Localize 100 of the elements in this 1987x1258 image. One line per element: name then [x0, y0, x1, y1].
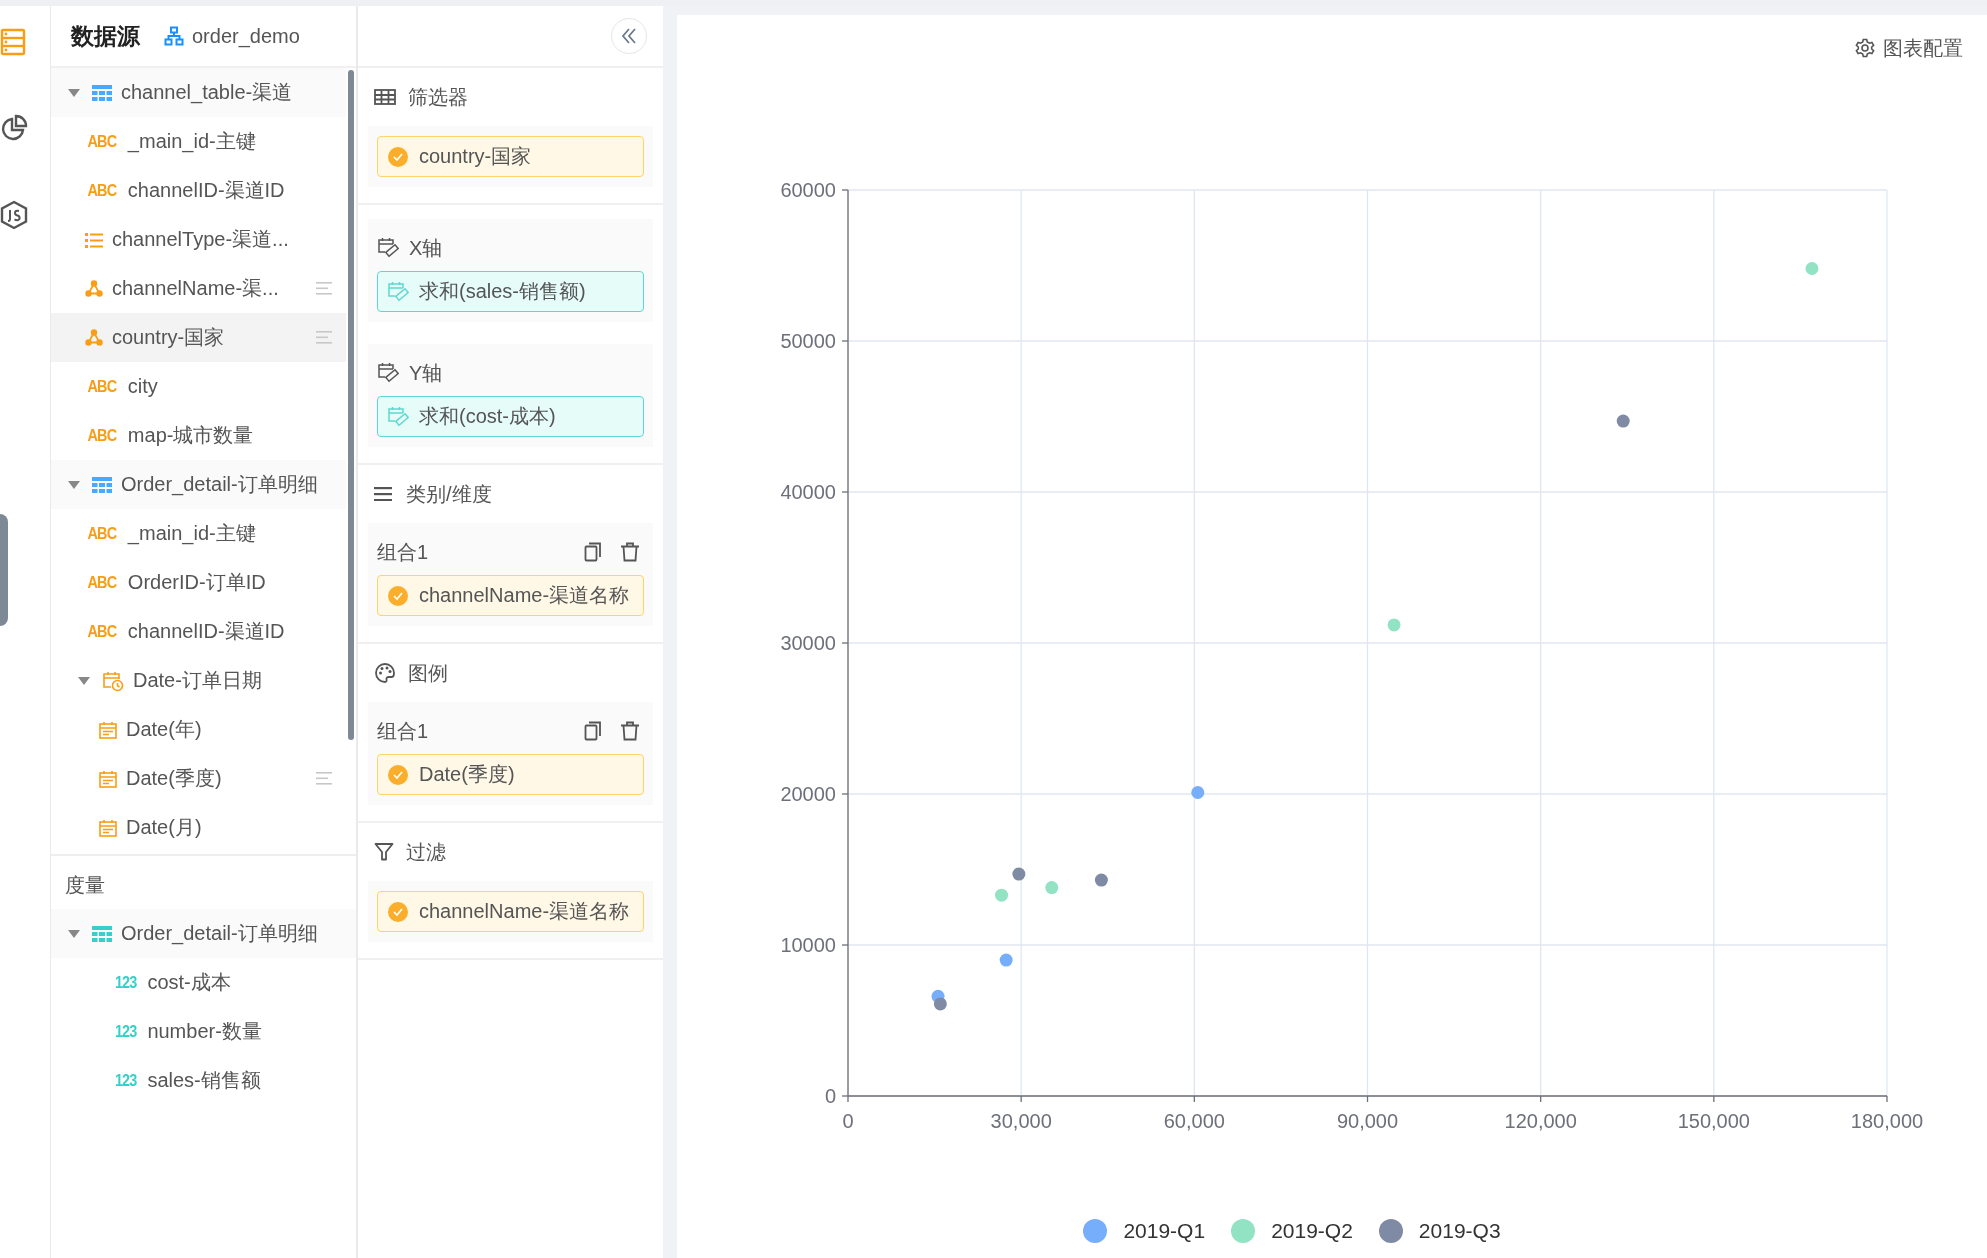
group-title: 组合1	[377, 539, 429, 565]
legend-label[interactable]: 2019-Q3	[1418, 1219, 1501, 1243]
calendar-icon	[99, 818, 117, 837]
field-chip[interactable]: channelName-渠道名称	[377, 575, 644, 616]
caret-icon[interactable]	[67, 479, 81, 490]
caret-icon[interactable]	[67, 87, 81, 98]
field-item[interactable]: 123 number-数量	[51, 1007, 356, 1056]
field-item[interactable]: ABC map-城市数量	[51, 411, 346, 460]
check-circle-icon	[387, 145, 409, 168]
table-icon	[92, 925, 112, 942]
section-title: 度量	[64, 873, 106, 898]
type-label: ABC	[87, 572, 117, 593]
table-node[interactable]: Order_detail-订单明细	[51, 909, 356, 958]
type-label: ABC	[87, 180, 117, 201]
axis-title: Y轴	[409, 360, 443, 386]
js-hexagon-icon[interactable]	[0, 200, 28, 230]
legend-dot[interactable]	[1378, 1219, 1403, 1243]
field-label: Date(季度)	[126, 766, 222, 791]
field-label: number-数量	[147, 1019, 262, 1044]
trash-icon[interactable]	[620, 542, 640, 562]
legend-dot[interactable]	[1231, 1219, 1256, 1243]
field-item[interactable]: ABC channelID-渠道ID	[51, 166, 346, 215]
hierarchy-icon	[164, 26, 184, 46]
copy-icon[interactable]	[584, 721, 602, 741]
field-item[interactable]: Date(季度)	[51, 754, 346, 803]
field-item[interactable]: 123 sales-销售额	[51, 1056, 356, 1105]
legend-label[interactable]: 2019-Q2	[1271, 1219, 1353, 1243]
field-item[interactable]: Date(月)	[51, 803, 346, 852]
section-title: 类别/维度	[406, 481, 492, 507]
field-item[interactable]: 123 cost-成本	[51, 958, 356, 1007]
calendar-icon	[99, 720, 117, 739]
scrollbar[interactable]	[348, 70, 354, 740]
field-item[interactable]: Date(年)	[51, 705, 346, 754]
tick-label: 60000	[780, 179, 836, 201]
check-circle-icon	[387, 900, 409, 923]
grid-icon	[374, 89, 396, 105]
data-point	[995, 888, 1009, 902]
check-circle-icon	[387, 763, 409, 786]
field-label: city	[127, 375, 158, 398]
field-label: Order_detail-订单明细	[121, 472, 318, 498]
trash-icon[interactable]	[620, 721, 640, 741]
ruler-icon	[387, 405, 409, 428]
pie-chart-icon[interactable]	[0, 114, 28, 142]
tick-label: 90,000	[1336, 1110, 1399, 1132]
field-item[interactable]: ABC OrderID-订单ID	[51, 558, 346, 607]
copy-icon[interactable]	[584, 542, 602, 562]
table-node[interactable]: channel_table-渠道	[51, 68, 346, 117]
field-label: channelName-渠...	[112, 276, 279, 301]
menu-icon	[374, 487, 394, 501]
legend-label[interactable]: 2019-Q1	[1123, 1219, 1206, 1243]
ruler-icon	[387, 280, 409, 303]
side-handle[interactable]	[0, 514, 8, 626]
field-chip[interactable]: 求和(sales-销售额)	[377, 271, 644, 312]
tick-label: 0	[842, 1110, 854, 1132]
data-point	[933, 997, 947, 1011]
field-label: Order_detail-订单明细	[121, 921, 318, 947]
table-node[interactable]: Order_detail-订单明细	[51, 460, 346, 509]
data-point	[1094, 873, 1108, 887]
tick-label: 20000	[780, 783, 836, 805]
field-label: cost-成本	[147, 970, 231, 995]
tick-label: 0	[824, 1085, 836, 1107]
data-point	[1045, 881, 1059, 895]
data-point	[1616, 414, 1630, 428]
database-icon[interactable]	[0, 28, 26, 56]
double-chevron-icon	[620, 27, 638, 45]
field-chip[interactable]: 求和(cost-成本)	[377, 396, 644, 437]
field-label: Date-订单日期	[133, 668, 262, 693]
data-point	[1191, 786, 1205, 799]
chart-settings-button[interactable]: 图表配置	[1855, 33, 1963, 63]
field-label: channelID-渠道ID	[127, 619, 285, 644]
field-item[interactable]: Date-订单日期	[51, 656, 346, 705]
calendar-icon	[99, 769, 117, 788]
tick-label: 30,000	[990, 1110, 1052, 1132]
field-item[interactable]: ABC _main_id-主键	[51, 509, 346, 558]
calendar-clock-icon	[102, 669, 124, 692]
field-item[interactable]: channelType-渠道...	[51, 215, 346, 264]
tick-label: 120,000	[1504, 1110, 1577, 1132]
field-chip[interactable]: channelName-渠道名称	[377, 891, 644, 932]
tick-label: 10000	[780, 934, 836, 956]
section-title: 图例	[408, 660, 448, 686]
caret-icon[interactable]	[77, 675, 91, 686]
ruler-icon	[377, 237, 399, 259]
type-label: 123	[114, 1021, 137, 1042]
axis-title: X轴	[409, 235, 443, 261]
legend-dot[interactable]	[1083, 1219, 1108, 1243]
field-item[interactable]: country-国家	[51, 313, 346, 362]
tick-label: 30000	[780, 632, 836, 654]
field-item[interactable]: ABC city	[51, 362, 346, 411]
group-title: 组合1	[377, 718, 429, 744]
palette-icon	[374, 662, 396, 684]
field-chip[interactable]: Date(季度)	[377, 754, 644, 795]
check-circle-icon	[387, 584, 409, 607]
collapse-button[interactable]	[611, 18, 647, 54]
field-item[interactable]: ABC _main_id-主键	[51, 117, 346, 166]
datasource-name[interactable]: order_demo	[192, 24, 300, 48]
field-item[interactable]: channelName-渠...	[51, 264, 346, 313]
field-label: map-城市数量	[127, 423, 254, 448]
caret-icon[interactable]	[67, 928, 81, 939]
field-chip[interactable]: country-国家	[377, 136, 644, 177]
field-item[interactable]: ABC channelID-渠道ID	[51, 607, 346, 656]
